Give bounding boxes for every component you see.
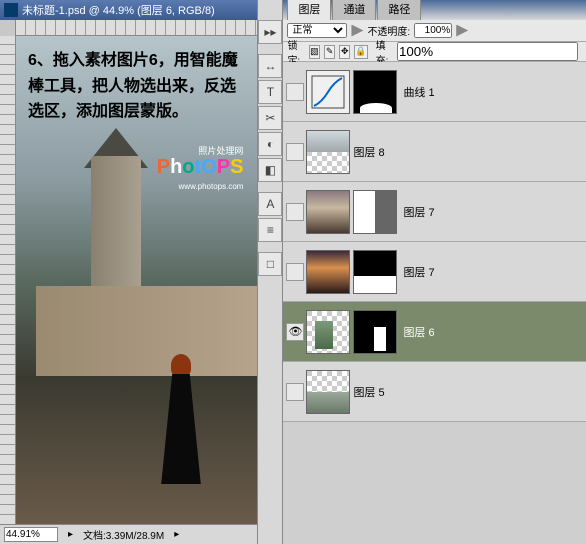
- visibility-eye-icon[interactable]: [286, 143, 304, 161]
- layer-name[interactable]: 曲线 1: [403, 84, 434, 100]
- doc-size: 文档:3.39M/28.9M: [83, 527, 164, 542]
- expand-icon[interactable]: ▸▸: [258, 20, 282, 44]
- photops-logo: PhotOPS: [157, 156, 244, 179]
- zoom-input[interactable]: [4, 527, 58, 542]
- tab-paths[interactable]: 路径: [377, 0, 421, 20]
- visibility-eye-icon[interactable]: [286, 383, 304, 401]
- ruler-horizontal[interactable]: [0, 20, 257, 36]
- layer-row-7b[interactable]: 图层 7: [283, 242, 586, 302]
- instruction-text: 6、拖入素材图片6，用智能魔棒工具，把人物选出来，反选选区，添加图层蒙版。: [28, 48, 245, 125]
- vertical-toolbar: ▸▸ ↔ T ✂ ◐ ◧ A ≡ □: [257, 0, 283, 544]
- lock-position-icon[interactable]: ✥: [339, 45, 350, 59]
- layer-thumb[interactable]: [306, 190, 350, 234]
- logo-url: www.photops.com: [179, 182, 244, 191]
- lock-transparent-icon[interactable]: ▧: [309, 45, 320, 59]
- visibility-eye-icon[interactable]: 👁: [286, 323, 304, 341]
- layer-thumb[interactable]: [306, 130, 350, 174]
- layer-thumb[interactable]: [306, 310, 350, 354]
- layer-thumb[interactable]: [306, 250, 350, 294]
- panels: 图层 通道 路径 正常 不透明度: 锁定: ▧ ✎ ✥ 🔒 填充:: [283, 0, 586, 544]
- layer-row-curves[interactable]: 曲线 1: [283, 62, 586, 122]
- arrow-icon[interactable]: [351, 25, 363, 37]
- layer-row-8[interactable]: 图层 8: [283, 122, 586, 182]
- ruler-h-scale: [16, 20, 257, 35]
- layer-name[interactable]: 图层 5: [353, 384, 384, 400]
- arrow-icon[interactable]: [456, 25, 468, 37]
- crop-icon[interactable]: ✂: [258, 106, 282, 130]
- layer-row-5[interactable]: 图层 5: [283, 362, 586, 422]
- layer-mask-thumb[interactable]: [353, 70, 397, 114]
- layer-mask-thumb[interactable]: [353, 310, 397, 354]
- visibility-eye-icon[interactable]: [286, 83, 304, 101]
- lock-pixels-icon[interactable]: ✎: [324, 45, 335, 59]
- text-icon[interactable]: A: [258, 192, 282, 216]
- curves-adjustment-icon: [306, 70, 350, 114]
- layers-list[interactable]: 曲线 1 图层 8 图层 7 图层 7 👁: [283, 62, 586, 544]
- paragraph-icon[interactable]: ≡: [258, 218, 282, 242]
- layer-name[interactable]: 图层 7: [403, 204, 434, 220]
- tab-layers[interactable]: 图层: [287, 0, 331, 20]
- visibility-eye-icon[interactable]: [286, 203, 304, 221]
- statusbar: ▸ 文档:3.39M/28.9M ▸: [0, 524, 257, 544]
- tab-channels[interactable]: 通道: [332, 0, 376, 20]
- panel-tabs: 图层 通道 路径: [283, 0, 586, 20]
- opacity-input[interactable]: [414, 23, 452, 38]
- adjust-icon[interactable]: ◐: [258, 132, 282, 156]
- canvas[interactable]: 6、拖入素材图片6，用智能魔棒工具，把人物选出来，反选选区，添加图层蒙版。 照片…: [16, 36, 257, 524]
- lock-all-icon[interactable]: 🔒: [354, 45, 367, 59]
- lock-row: 锁定: ▧ ✎ ✥ 🔒 填充:: [283, 42, 586, 62]
- blend-row: 正常 不透明度:: [283, 20, 586, 42]
- mask-icon[interactable]: ◧: [258, 158, 282, 182]
- arrow-icon[interactable]: ▸: [174, 529, 179, 540]
- document-window: 未标题-1.psd @ 44.9% (图层 6, RGB/8) 6、拖入素材图片…: [0, 0, 257, 544]
- layer-name[interactable]: 图层 6: [403, 324, 434, 340]
- figure-graphic: [156, 354, 206, 484]
- layer-mask-thumb[interactable]: [353, 250, 397, 294]
- titlebar-text: 未标题-1.psd @ 44.9% (图层 6, RGB/8): [22, 2, 215, 18]
- layer-row-6[interactable]: 👁 图层 6: [283, 302, 586, 362]
- layer-name[interactable]: 图层 7: [403, 264, 434, 280]
- titlebar[interactable]: 未标题-1.psd @ 44.9% (图层 6, RGB/8): [0, 0, 257, 20]
- rect-icon[interactable]: □: [258, 252, 282, 276]
- ruler-corner: [0, 20, 16, 36]
- ps-icon: [4, 3, 18, 17]
- move-icon[interactable]: ↔: [258, 54, 282, 78]
- visibility-eye-icon[interactable]: [286, 263, 304, 281]
- layer-row-7a[interactable]: 图层 7: [283, 182, 586, 242]
- arrow-icon[interactable]: ▸: [68, 529, 73, 540]
- ruler-vertical[interactable]: [0, 36, 16, 524]
- type-icon[interactable]: T: [258, 80, 282, 104]
- fill-input[interactable]: [397, 42, 578, 61]
- layer-name[interactable]: 图层 8: [353, 144, 384, 160]
- layer-mask-thumb[interactable]: [353, 190, 397, 234]
- layer-thumb[interactable]: [306, 370, 350, 414]
